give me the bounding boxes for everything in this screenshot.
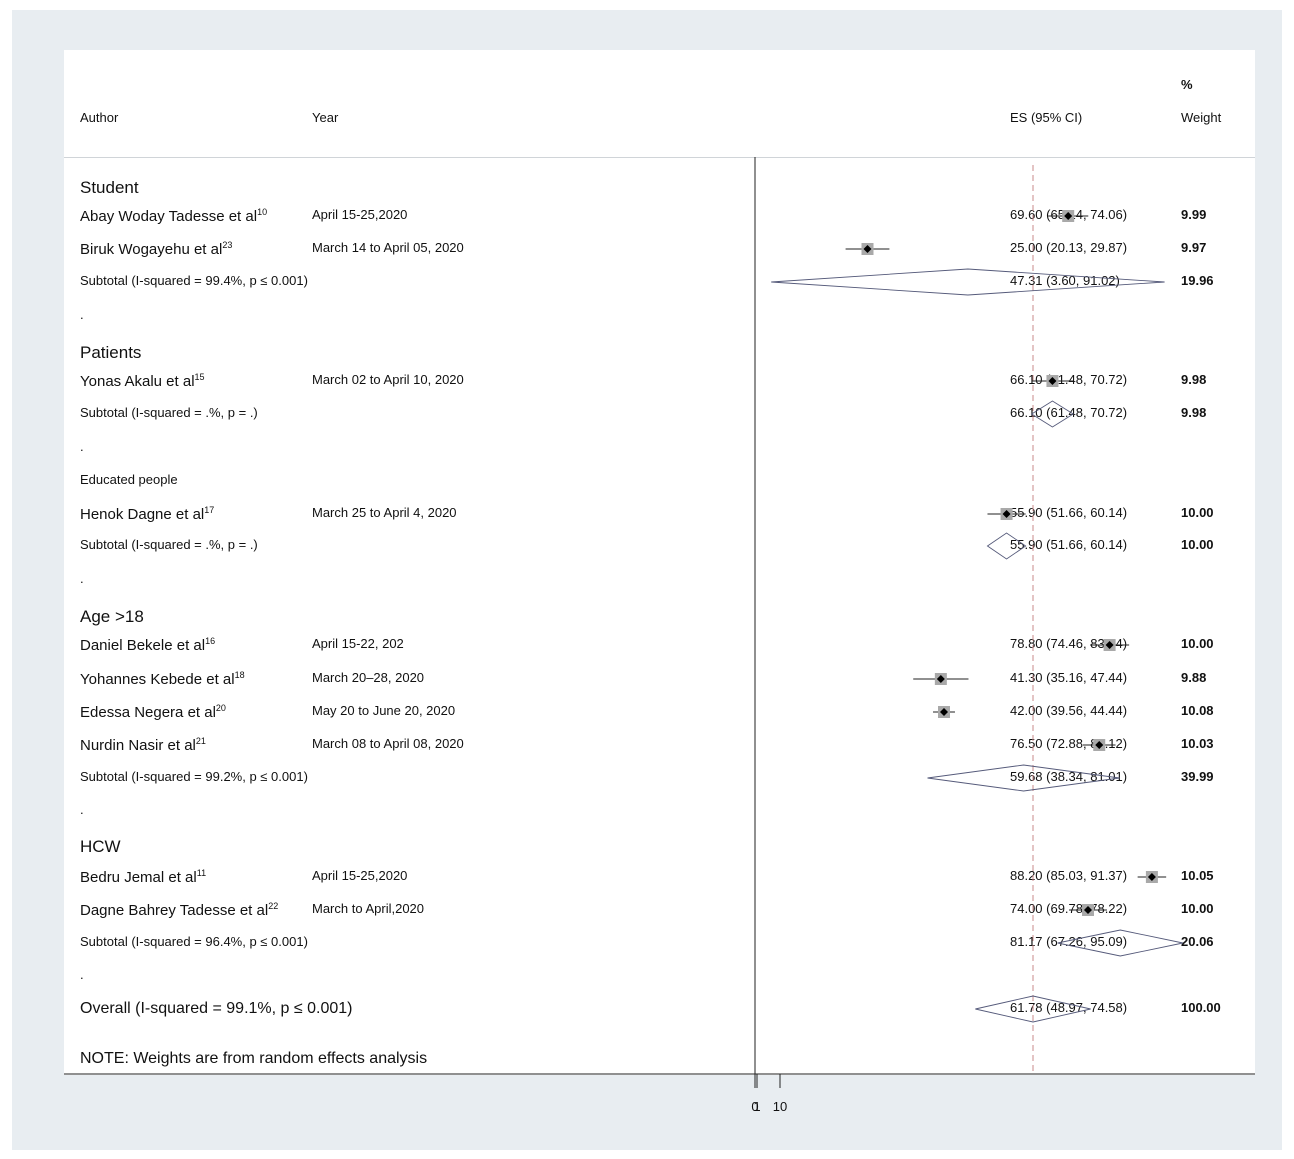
subtotal-diamond	[986, 532, 1027, 560]
x-tick-label: 1	[753, 1099, 760, 1114]
subtotal-diamond	[1057, 929, 1183, 957]
x-tick-label: 10	[773, 1099, 787, 1114]
subtotal-diamond	[1030, 400, 1075, 428]
subtotal-diamond	[927, 764, 1120, 792]
subtotal-diamond	[771, 268, 1165, 296]
forest-plot: 01 10	[64, 157, 1255, 1114]
